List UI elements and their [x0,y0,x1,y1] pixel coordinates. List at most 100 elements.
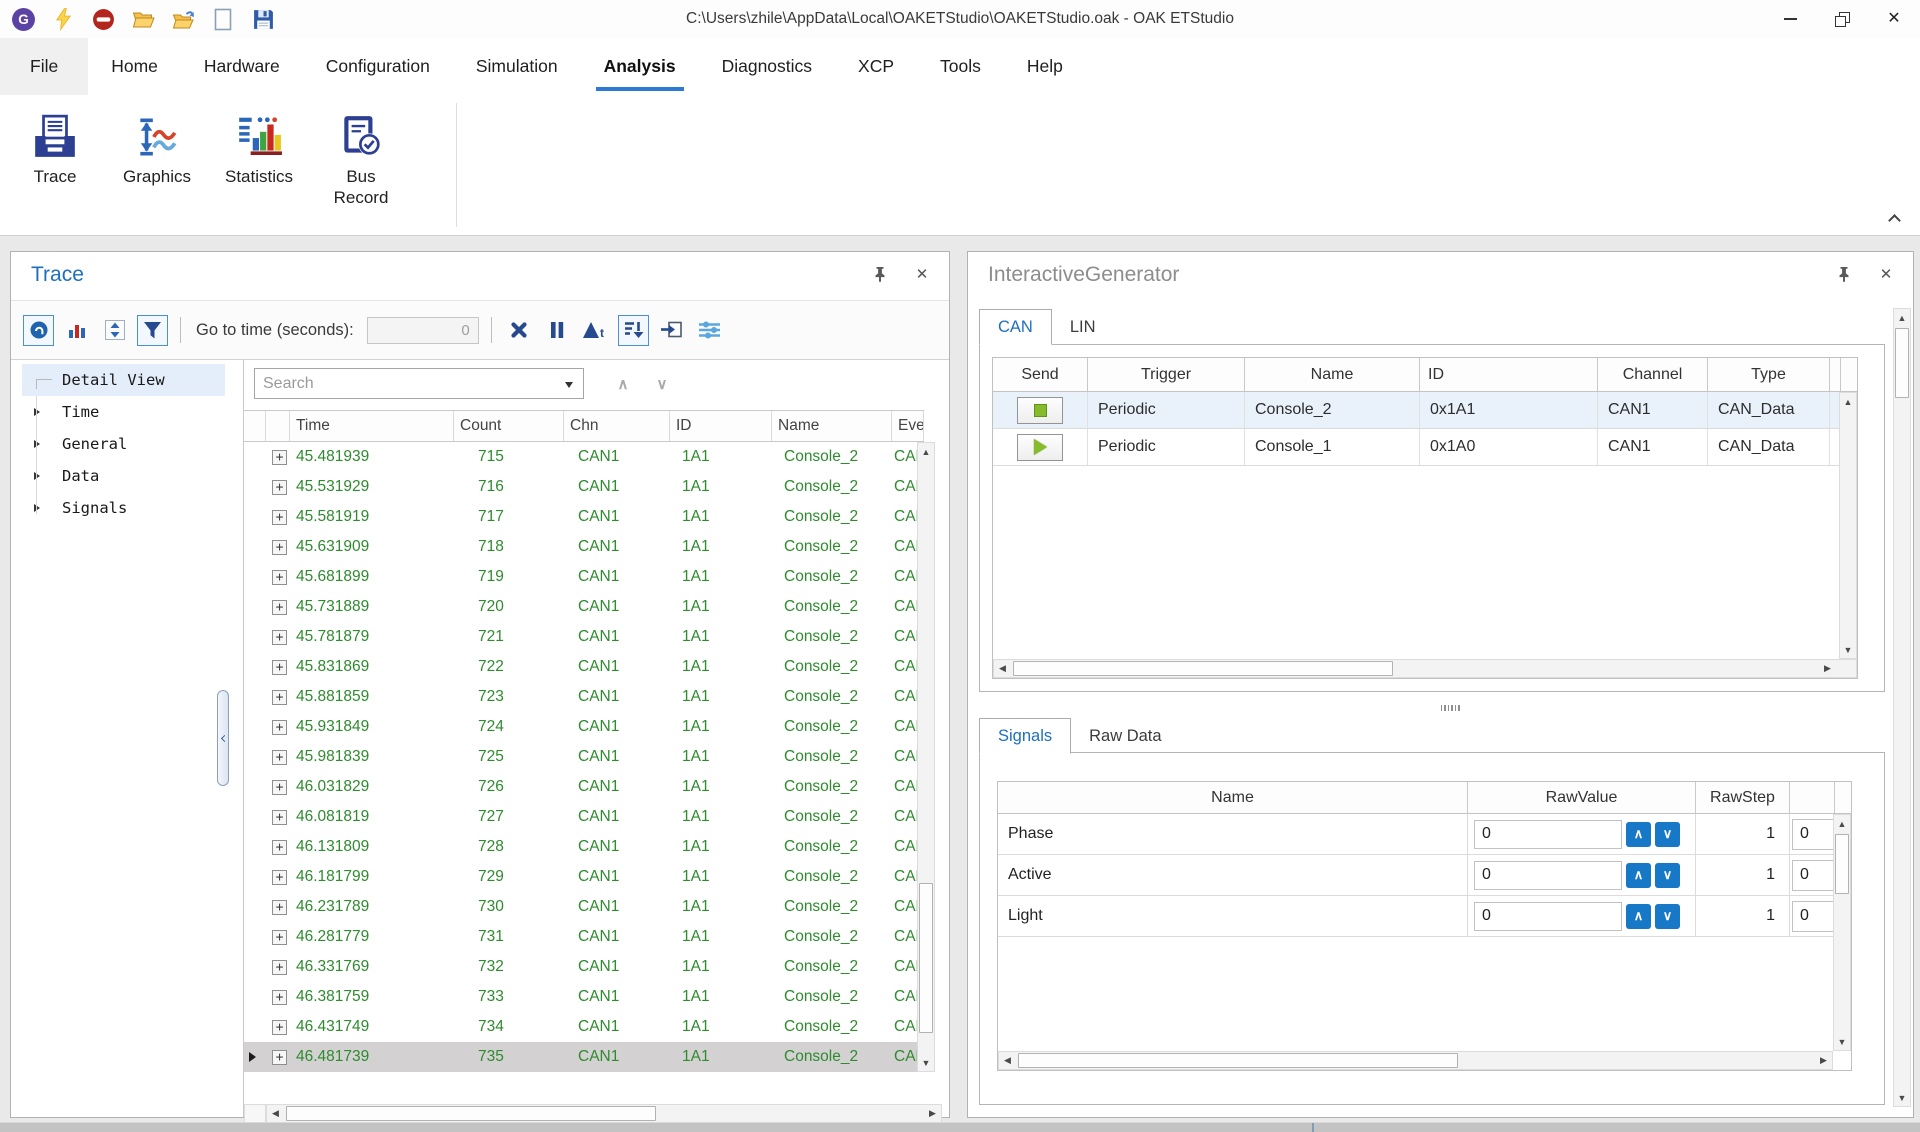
extra-value-input[interactable]: 0 [1792,860,1834,891]
can-column-header-send[interactable]: Send [993,358,1088,391]
expand-plus-icon[interactable]: + [272,810,287,825]
save-icon[interactable] [250,6,276,32]
rawvalue-input[interactable]: 0 [1474,861,1622,890]
sort-descending-button[interactable] [618,315,649,346]
menu-item-configuration[interactable]: Configuration [303,38,453,95]
expand-plus-icon[interactable]: + [272,450,287,465]
filter-button[interactable] [137,315,168,346]
detail-view-button[interactable] [23,315,54,346]
splitter-grip[interactable] [1441,705,1460,711]
menu-item-file[interactable]: File [0,38,88,95]
spin-down-button[interactable]: ∨ [1655,904,1680,929]
import-folder-icon[interactable] [170,6,196,32]
scrollbar-thumb[interactable] [1895,328,1909,398]
menu-item-xcp[interactable]: XCP [835,38,917,95]
scroll-up-arrow-icon[interactable]: ▲ [918,443,934,460]
expand-plus-icon[interactable]: + [272,660,287,675]
scroll-right-arrow-icon[interactable]: ▶ [924,1105,941,1122]
scrollbar-thumb[interactable] [1018,1053,1458,1068]
expand-plus-icon[interactable]: + [272,780,287,795]
close-button[interactable]: ✕ [1868,0,1920,38]
generator-pin-button[interactable] [1835,265,1853,283]
expand-plus-icon[interactable]: + [272,480,287,495]
trace-pin-button[interactable] [871,265,889,283]
splitter-collapse-handle[interactable] [217,690,229,786]
spin-up-button[interactable]: ∧ [1626,822,1651,847]
app-logo-icon[interactable]: G [10,6,36,32]
scrollbar-thumb[interactable] [286,1106,656,1121]
scroll-right-arrow-icon[interactable]: ▶ [1815,1052,1832,1069]
menu-item-analysis[interactable]: Analysis [581,38,699,95]
pause-button[interactable] [542,315,573,346]
scroll-down-arrow-icon[interactable]: ▼ [1840,641,1856,658]
trace-table-row[interactable]: +45.831869722CAN11A1Console_2CAN [244,652,924,682]
trace-close-button[interactable]: ✕ [913,265,931,283]
trace-table-row[interactable]: +45.881859723CAN11A1Console_2CAN [244,682,924,712]
signal-row-active[interactable]: Active0∧∨10 [998,855,1851,896]
stop-icon[interactable] [90,6,116,32]
tab-lin[interactable]: LIN [1052,309,1114,345]
rawvalue-input[interactable]: 0 [1474,902,1622,931]
generator-close-button[interactable]: ✕ [1877,265,1895,283]
spin-up-button[interactable]: ∧ [1626,904,1651,929]
search-previous-button[interactable]: ∧ [608,368,638,399]
spin-down-button[interactable]: ∨ [1655,863,1680,888]
trace-column-header-time[interactable]: Time [290,411,454,441]
can-column-header-name[interactable]: Name [1245,358,1420,391]
trace-table-row[interactable]: +46.331769732CAN11A1Console_2CAN [244,952,924,982]
signals-horizontal-scrollbar[interactable]: ◀ ▶ [998,1051,1833,1070]
scroll-left-arrow-icon[interactable]: ◀ [267,1105,284,1122]
menu-item-hardware[interactable]: Hardware [181,38,303,95]
extra-value-input[interactable]: 0 [1792,901,1834,932]
trace-table-row[interactable]: +45.631909718CAN11A1Console_2CAN [244,532,924,562]
signals-vertical-scrollbar[interactable]: ▲ ▼ [1833,814,1851,1051]
expand-plus-icon[interactable]: + [272,720,287,735]
trace-column-header-name[interactable]: Name [772,411,892,441]
search-next-button[interactable]: ∨ [647,368,677,399]
trace-column-header-count[interactable]: Count [454,411,564,441]
expand-plus-icon[interactable]: + [272,900,287,915]
trace-vertical-scrollbar[interactable]: ▲ ▼ [917,442,935,1072]
scroll-down-arrow-icon[interactable]: ▼ [1834,1033,1850,1050]
trace-column-header-ever[interactable]: Ever [892,411,924,441]
tab-signals[interactable]: Signals [979,718,1071,754]
trace-table-row[interactable]: +46.431749734CAN11A1Console_2CAN [244,1012,924,1042]
trace-column-header-blank[interactable] [244,411,266,441]
trace-table-row[interactable]: +45.531929716CAN11A1Console_2CAN [244,472,924,502]
menu-item-help[interactable]: Help [1004,38,1086,95]
ribbon-button-statistics[interactable]: Statistics [208,95,310,235]
trigger-time-button[interactable]: t [580,315,611,346]
ribbon-button-trace[interactable]: Trace [4,95,106,235]
signals-column-header-name[interactable]: Name [998,782,1468,813]
scroll-down-arrow-icon[interactable]: ▼ [918,1054,934,1071]
lightning-icon[interactable] [50,6,76,32]
trace-table-row[interactable]: +45.981839725CAN11A1Console_2CAN [244,742,924,772]
can-message-row[interactable]: PeriodicConsole_10x1A0CAN1CAN_Data [993,429,1857,466]
tree-item-time[interactable]: Time [22,396,225,428]
spin-up-button[interactable]: ∧ [1626,863,1651,888]
trace-table-row[interactable]: +46.131809728CAN11A1Console_2CAN [244,832,924,862]
signals-column-header-blank[interactable] [1790,782,1835,813]
trace-column-header-chn[interactable]: Chn [564,411,670,441]
search-combobox[interactable]: Search [254,368,584,399]
trace-table-row[interactable]: +45.481939715CAN11A1Console_2CAN [244,442,924,472]
scrollbar-thumb[interactable] [919,883,933,1033]
scrollbar-thumb[interactable] [1013,661,1393,676]
rawvalue-input[interactable]: 0 [1474,820,1622,849]
trace-table-row[interactable]: +46.031829726CAN11A1Console_2CAN [244,772,924,802]
trace-column-header-blank[interactable] [266,411,290,441]
spin-down-button[interactable]: ∨ [1655,822,1680,847]
expand-plus-icon[interactable]: + [272,960,287,975]
goto-marker-button[interactable] [656,315,687,346]
expand-plus-icon[interactable]: + [272,690,287,705]
signals-column-header-rawvalue[interactable]: RawValue [1468,782,1696,813]
ribbon-button-bus-record[interactable]: Bus Record [310,95,412,235]
can-column-header-type[interactable]: Type [1708,358,1830,391]
clear-button[interactable] [504,315,535,346]
scroll-up-arrow-icon[interactable]: ▲ [1894,309,1910,326]
open-folder-icon[interactable] [130,6,156,32]
tree-expand-arrow-icon[interactable] [34,440,40,448]
ribbon-collapse-button[interactable] [1880,207,1908,229]
expand-plus-icon[interactable]: + [272,930,287,945]
expand-plus-icon[interactable]: + [272,840,287,855]
